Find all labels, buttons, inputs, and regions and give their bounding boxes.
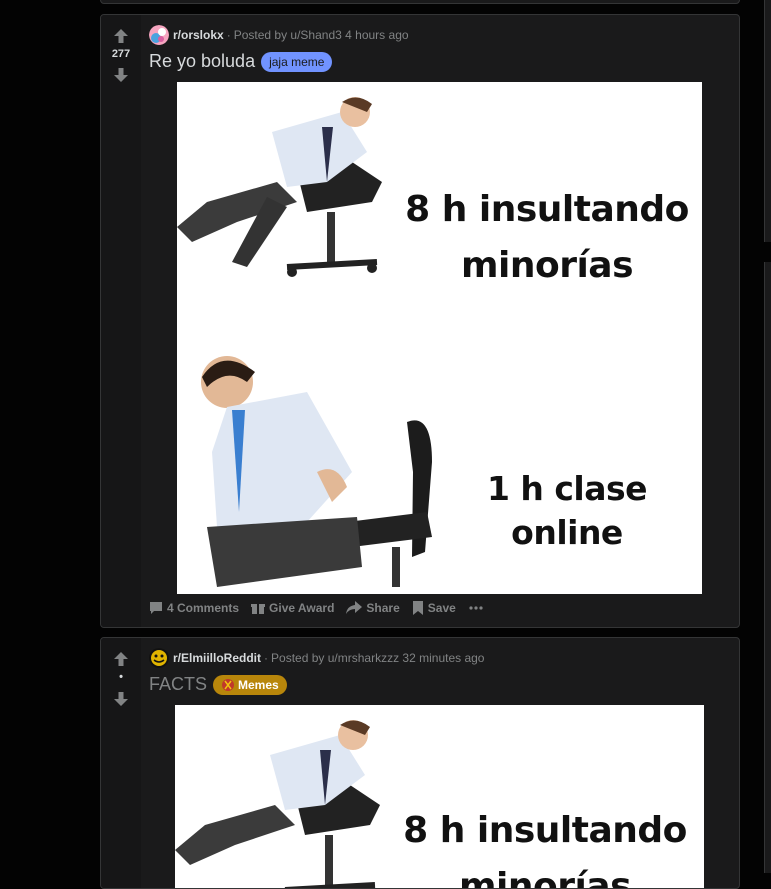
gift-icon: [251, 604, 266, 614]
post-title[interactable]: Re yo boluda: [149, 51, 255, 72]
post-card[interactable]: • r/ElmiilloReddit · Posted by u/mrshark…: [100, 637, 740, 889]
share-button[interactable]: Share: [346, 601, 400, 615]
post-meta: r/orslokx · Posted by u/Shand3 4 hours a…: [149, 25, 409, 45]
previous-post-card: [100, 0, 740, 4]
post-meta: r/ElmiilloReddit · Posted by u/mrsharkzz…: [149, 648, 484, 668]
subreddit-avatar-icon[interactable]: [149, 648, 169, 668]
subreddit-link[interactable]: r/orslokx: [173, 28, 224, 42]
meme-caption-top: 8 h insultando minorías: [380, 803, 704, 889]
separator-dot: ·: [264, 651, 269, 665]
downvote-icon[interactable]: [113, 67, 129, 83]
upvote-icon[interactable]: [113, 651, 129, 667]
share-label: Share: [366, 601, 400, 615]
author-link[interactable]: u/mrsharkzzz: [328, 651, 399, 665]
meme-caption-top: 8 h insultando minorías: [382, 182, 702, 294]
save-button[interactable]: Save: [412, 601, 456, 615]
back-pain-man-illustration: [201, 356, 432, 587]
posted-prefix: Posted by: [233, 28, 288, 42]
post-flair[interactable]: jaja meme: [261, 51, 333, 72]
sidebar-edge: [764, 262, 771, 873]
post-image[interactable]: 8 h insultando minorías 1 h clase online: [177, 82, 702, 594]
flair-emoji-icon: [222, 678, 235, 691]
separator-dot: ·: [226, 28, 231, 42]
post-flair[interactable]: Memes: [213, 674, 287, 695]
posted-prefix: Posted by: [271, 651, 325, 665]
meme-caption-bottom: 1 h clase online: [486, 469, 648, 552]
give-award-label: Give Award: [269, 601, 335, 615]
posted-by: Posted by u/mrsharkzzz 32 minutes ago: [271, 651, 484, 665]
share-arrow-icon: [346, 601, 363, 614]
sidebar-edge: [764, 0, 771, 242]
post-timestamp[interactable]: 32 minutes ago: [402, 651, 484, 665]
more-dots-icon: [469, 606, 483, 610]
more-options-button[interactable]: [468, 601, 488, 615]
give-award-button[interactable]: Give Award: [251, 601, 334, 615]
flair-label: Memes: [238, 677, 279, 692]
post-card[interactable]: 277 r/orslokx · Posted by u/Shand3 4 hou…: [100, 14, 740, 628]
meme-caption-line: 8 h insultando: [405, 189, 689, 230]
vote-count: •: [119, 671, 123, 683]
meme-caption-line: 8 h insultando: [403, 810, 687, 851]
post-title-row: FACTS Memes: [149, 674, 287, 695]
post-image[interactable]: 8 h insultando minorías: [175, 705, 704, 889]
reclining-man-illustration: [177, 97, 382, 277]
posted-by: Posted by u/Shand3 4 hours ago: [234, 28, 409, 42]
upvote-icon[interactable]: [113, 28, 129, 44]
vote-column: 277: [101, 15, 141, 627]
post-timestamp[interactable]: 4 hours ago: [345, 28, 408, 42]
post-title-row: Re yo boluda jaja meme: [149, 51, 333, 72]
comments-button[interactable]: 4 Comments: [149, 601, 239, 615]
post-title[interactable]: FACTS: [149, 674, 207, 695]
vote-column: •: [101, 638, 141, 888]
save-label: Save: [427, 601, 456, 615]
vote-count: 277: [111, 48, 131, 60]
bookmark-icon: [412, 601, 423, 615]
subreddit-avatar-icon[interactable]: [149, 25, 169, 45]
meme-caption-line: minorías: [458, 866, 632, 889]
subreddit-link[interactable]: r/ElmiilloReddit: [173, 651, 261, 665]
comment-icon: [150, 602, 162, 614]
post-actions: 4 Comments Give Award Share Save: [149, 601, 500, 615]
comments-label: 4 Comments: [167, 601, 240, 615]
reclining-man-illustration: [175, 720, 380, 888]
downvote-icon[interactable]: [113, 691, 129, 707]
author-link[interactable]: u/Shand3: [290, 28, 341, 42]
meme-caption-line: minorías: [460, 245, 634, 286]
